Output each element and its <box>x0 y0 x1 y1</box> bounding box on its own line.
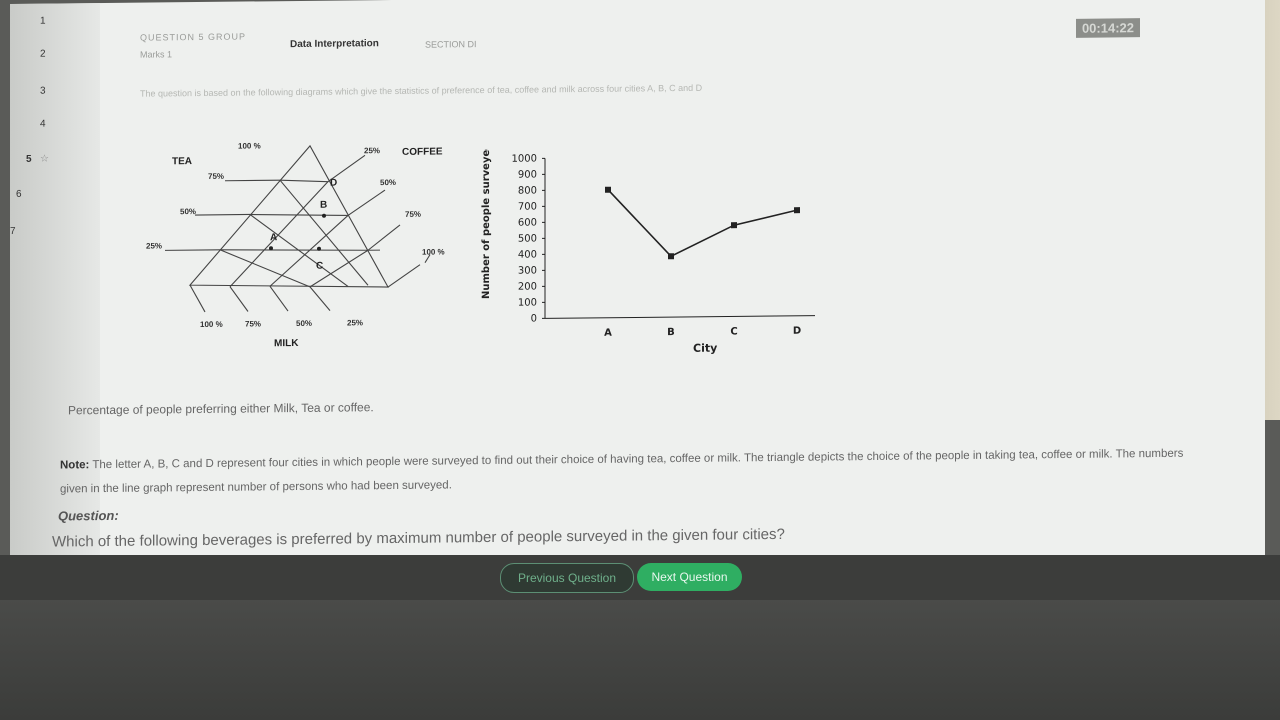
coffee-tick-25: 25% <box>364 146 380 155</box>
tea-axis-label: TEA <box>172 156 192 167</box>
coffee-axis-label: COFFEE <box>402 146 443 157</box>
y-tick-label: 600 <box>518 217 537 228</box>
data-point-d <box>794 207 800 214</box>
question-label: Question: <box>58 507 119 524</box>
milk-tick-75: 75% <box>245 319 261 328</box>
milk-tick-25: 25% <box>347 318 363 327</box>
tea-tick-25: 25% <box>146 241 162 250</box>
star-icon[interactable]: ☆ <box>40 154 49 165</box>
ternary-diagram: TEA COFFEE MILK A B C D 100 % 75% 50% 25… <box>130 134 450 357</box>
y-tick-label: 300 <box>518 265 537 276</box>
marks-label: Marks 1 <box>140 49 173 60</box>
series-line <box>607 189 798 258</box>
point-b-marker <box>322 213 326 218</box>
diagram-caption: Percentage of people preferring either M… <box>68 400 374 418</box>
note-paragraph: Note: The letter A, B, C and D represent… <box>60 442 1200 502</box>
milk-tick-100: 100 % <box>200 320 223 329</box>
y-tick-label: 500 <box>518 233 537 244</box>
y-tick-label: 400 <box>518 249 537 260</box>
note-label: Note: <box>60 459 90 472</box>
previous-question-button[interactable]: Previous Question <box>500 563 634 593</box>
data-point-a <box>605 186 611 193</box>
y-tick-label: 1000 <box>512 153 537 164</box>
point-a-label: A <box>270 232 277 243</box>
y-tick-label: 100 <box>518 297 537 308</box>
question-nav-item[interactable]: 1 <box>40 16 46 27</box>
line-chart: Number of people surveyed City 0 100 200 30… <box>475 143 825 359</box>
question-group-line: QUESTION 5 GROUP <box>140 31 247 43</box>
topic-title: Data Interpretation <box>290 38 379 51</box>
x-tick-label: C <box>730 326 737 337</box>
question-nav-item[interactable]: 2 <box>40 49 46 60</box>
instruction-text: The question is based on the following d… <box>140 82 703 99</box>
y-tick-label: 800 <box>518 185 537 196</box>
x-tick-label: B <box>667 327 675 338</box>
question-nav-item[interactable]: 6 <box>16 189 22 200</box>
laptop-bezel <box>0 600 1280 720</box>
tea-tick-50: 50% <box>180 207 196 216</box>
x-tick-label: A <box>604 328 612 339</box>
x-tick-label: D <box>793 326 801 337</box>
section-label: SECTION DI <box>425 39 477 50</box>
coffee-tick-100: 100 % <box>422 247 445 256</box>
y-tick-label: 200 <box>518 281 537 292</box>
y-axis-label: Number of people surveyed <box>481 145 492 299</box>
question-nav-item-current[interactable]: 5 <box>26 154 32 165</box>
timer: 00:14:22 <box>1075 18 1140 38</box>
tea-tick-75: 75% <box>208 172 224 181</box>
milk-axis-label: MILK <box>274 338 299 349</box>
exam-screen: 1 2 3 4 5 ☆ 6 7 8 QUESTION 5 GROUP Data … <box>10 0 1265 570</box>
question-nav-item[interactable]: 4 <box>40 119 46 130</box>
x-axis-label: City <box>693 342 717 355</box>
y-tick-label: 0 <box>531 313 537 324</box>
x-axis <box>545 315 815 319</box>
note-text: The letter A, B, C and D represent four … <box>60 447 1184 496</box>
data-point-b <box>668 253 674 260</box>
coffee-tick-75: 75% <box>405 210 421 219</box>
question-text: Which of the following beverages is pref… <box>52 525 785 551</box>
tea-tick-100: 100 % <box>238 141 261 150</box>
question-header: QUESTION 5 GROUP Data Interpretation SEC… <box>140 14 1140 64</box>
triangle-outline <box>188 144 389 288</box>
coffee-tick-50: 50% <box>380 178 396 187</box>
point-d-label: D <box>330 178 337 189</box>
question-nav-item[interactable]: 7 <box>10 226 16 237</box>
point-b-label: B <box>320 200 327 211</box>
y-tick-label: 900 <box>518 169 537 180</box>
next-question-button[interactable]: Next Question <box>637 563 742 591</box>
data-point-c <box>731 222 737 229</box>
question-nav-item[interactable]: 3 <box>40 86 46 97</box>
y-tick-label: 700 <box>518 201 537 212</box>
point-c-label: C <box>316 261 323 272</box>
milk-tick-50: 50% <box>296 319 312 328</box>
